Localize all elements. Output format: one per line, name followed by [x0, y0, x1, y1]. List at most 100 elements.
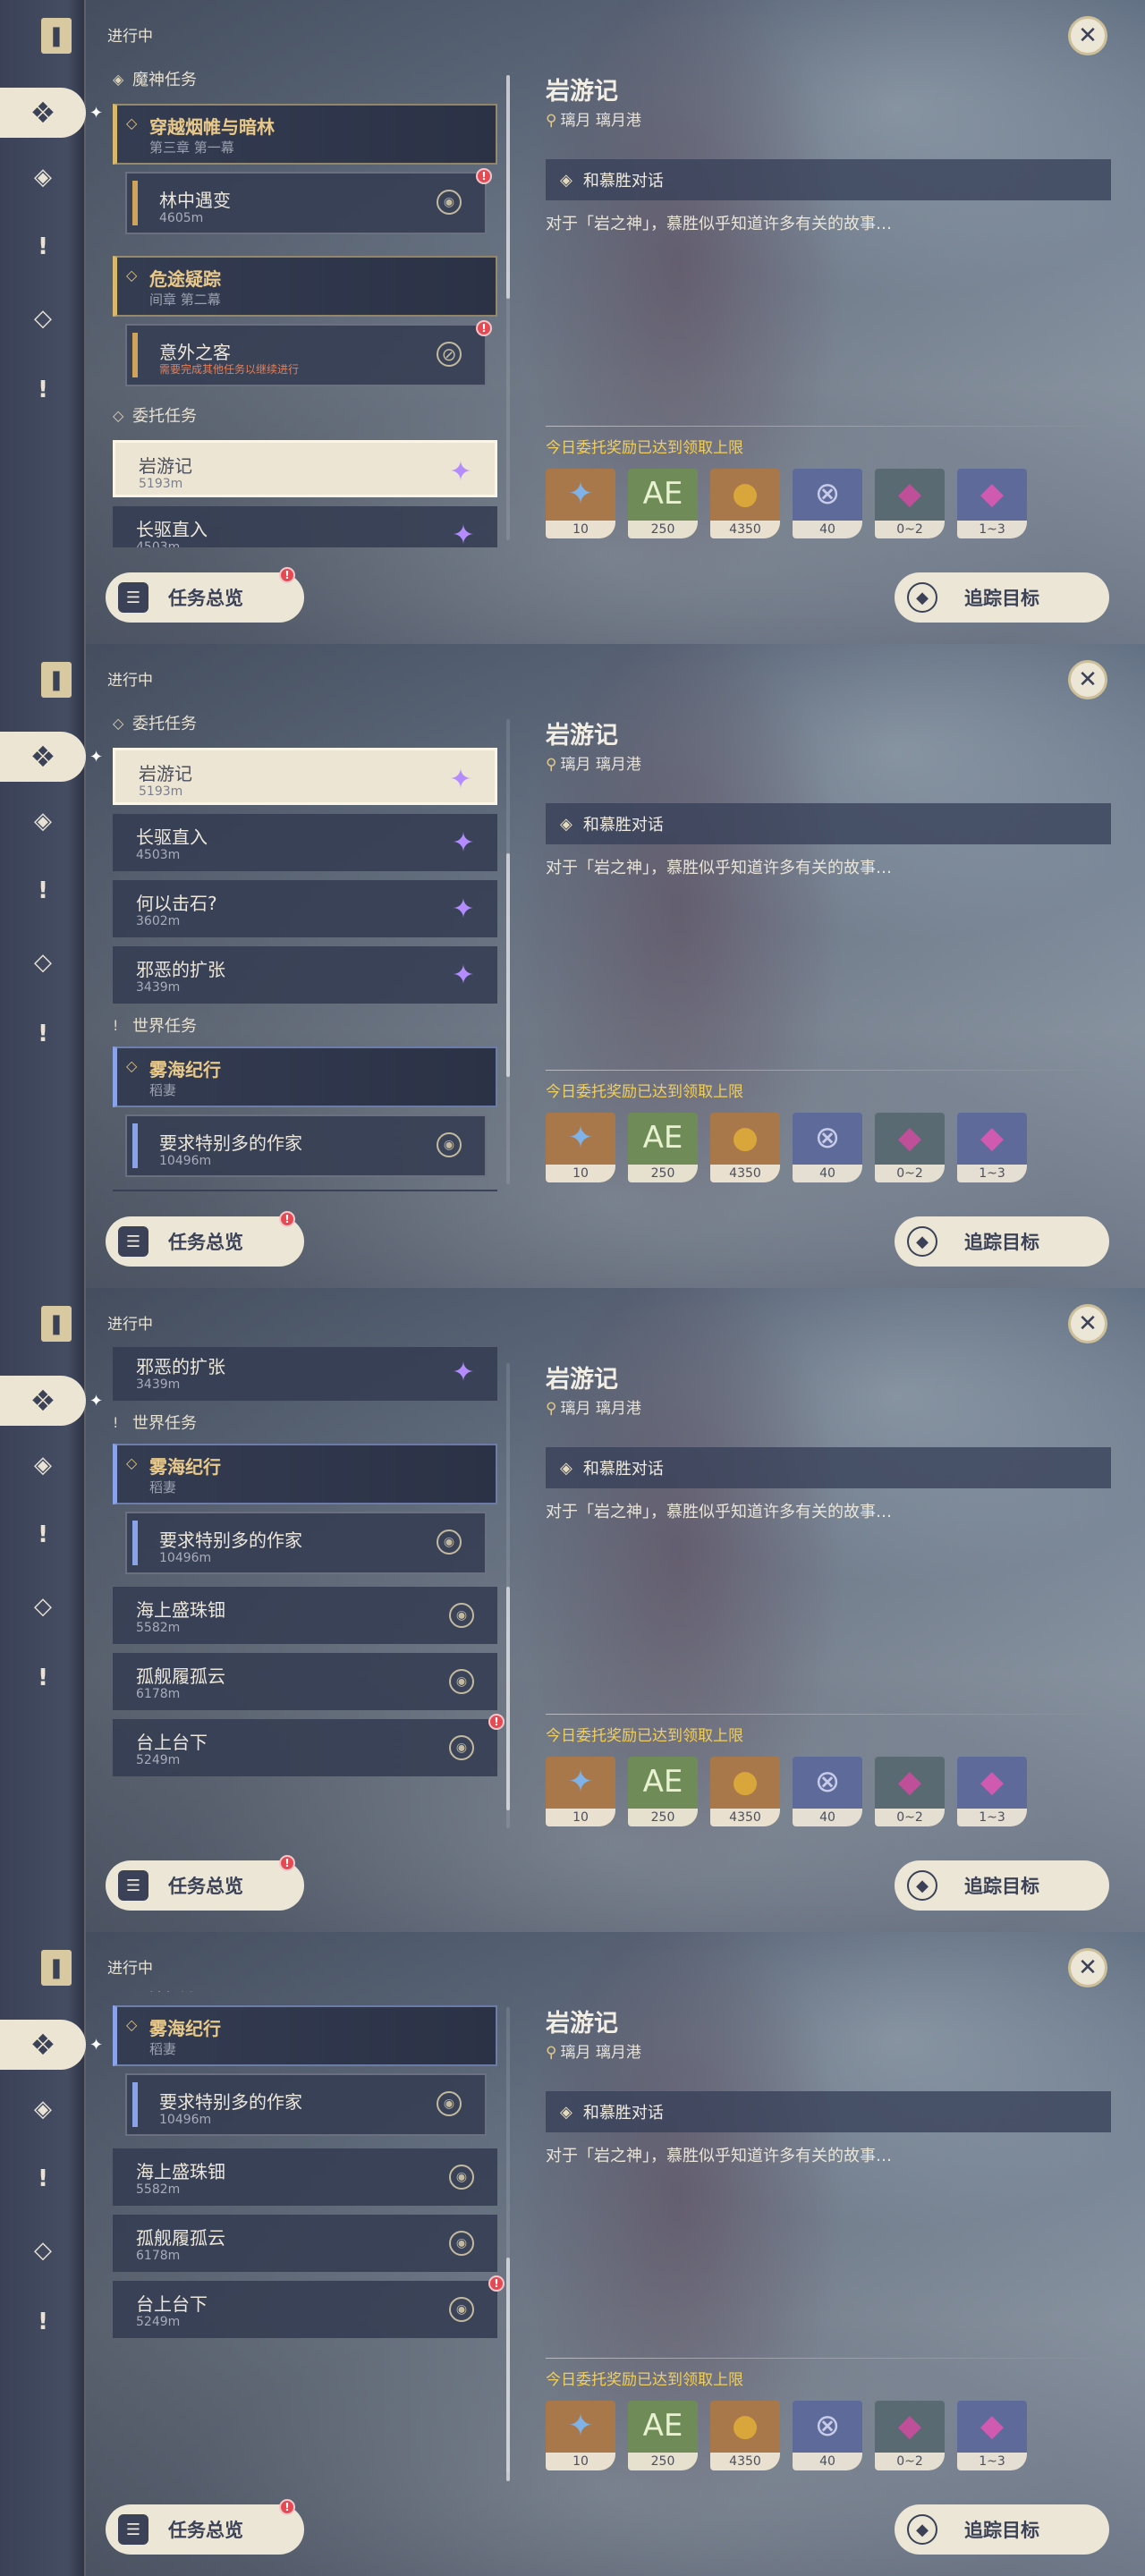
quest-overview-button[interactable]: ☰ 任务总览 !: [106, 1855, 304, 1911]
quest-list-scrollbar[interactable]: [506, 75, 510, 540]
quest-item[interactable]: 海上盛珠钿 5582m ◉: [113, 1587, 497, 1644]
scrollbar-thumb[interactable]: [506, 853, 510, 1077]
quest-list[interactable]: ◈魔神任务 ◇ 穿越烟帷与暗林 第三章 第一幕 林中遇变 4605m ◉ ! ◇…: [106, 1991, 505, 2479]
quest-book-icon[interactable]: ❚: [41, 1950, 72, 1986]
scrollbar-thumb[interactable]: [506, 75, 510, 299]
crystal-ore-icon[interactable]: ◆ 1~3: [957, 1113, 1027, 1182]
quest-item[interactable]: 海上盛珠钿 5582m ◉: [113, 2148, 497, 2206]
crystal-ore-icon[interactable]: ◆ 1~3: [957, 469, 1027, 538]
chapter-card[interactable]: ◇ 危途疑踪 间章 第二幕: [113, 256, 497, 317]
quest-detail-title: 岩游记: [546, 1366, 618, 1394]
quest-book-icon[interactable]: ❚: [41, 18, 72, 54]
quest-item[interactable]: 邪恶的扩张 3439m ✦: [113, 1347, 497, 1401]
archon-quest-icon[interactable]: ◈: [27, 1449, 59, 1481]
event-quest-icon[interactable]: !: [27, 1018, 59, 1050]
quest-item-selected[interactable]: 岩游记 5193m ✦: [113, 748, 497, 805]
archon-quest-icon[interactable]: ◈: [27, 2093, 59, 2125]
crystal-ore-icon[interactable]: ◆ 1~3: [957, 1757, 1027, 1826]
quest-overview-button[interactable]: ☰ 任务总览 !: [106, 567, 304, 623]
map-pin-icon[interactable]: ◉: [437, 190, 462, 215]
map-pin-icon[interactable]: ◉: [449, 1735, 474, 1760]
map-pin-icon[interactable]: ◉: [437, 1530, 462, 1555]
intertwined-fate-icon[interactable]: ⊗ 40: [793, 1757, 862, 1826]
quest-item[interactable]: 邪恶的扩张 3439m ✦: [113, 946, 497, 1004]
quest-list-scrollbar[interactable]: [506, 719, 510, 1184]
commission-icon[interactable]: ◇: [27, 1590, 59, 1623]
reward-quantity: 4350: [710, 2453, 780, 2470]
map-pin-icon[interactable]: ◉: [437, 1132, 462, 1157]
mora-icon[interactable]: ● 4350: [710, 469, 780, 538]
map-pin-icon[interactable]: ◉: [449, 1603, 474, 1628]
companionship-exp-icon[interactable]: AE 250: [628, 1757, 698, 1826]
chapter-card[interactable]: ◇ 雾海纪行 稻妻: [113, 1444, 497, 1504]
quest-item[interactable]: 孤舰履孤云 6178m ◉: [113, 1653, 497, 1710]
companionship-exp-icon[interactable]: AE 250: [628, 2401, 698, 2470]
archon-quest-icon[interactable]: ◈: [27, 805, 59, 837]
map-pin-icon[interactable]: ◉: [449, 2297, 474, 2322]
quest-item-selected[interactable]: 岩游记 5193m ✦: [113, 440, 497, 497]
chapter-card[interactable]: ◇ 穿越烟帷与暗林 第三章 第一幕: [113, 104, 497, 165]
quest-item[interactable]: 台上台下 5249m ◉ !: [113, 1714, 505, 1776]
crystal-chunk-icon[interactable]: ◆ 0~2: [875, 2401, 945, 2470]
chapter-card[interactable]: ◇ 雾海纪行 稻妻: [113, 1046, 497, 1107]
quest-list-scrollbar[interactable]: [506, 2007, 510, 2481]
adventure-exp-icon[interactable]: ✦ 10: [546, 1113, 615, 1182]
companionship-exp-icon[interactable]: AE 250: [628, 1113, 698, 1182]
event-quest-icon[interactable]: !: [27, 2306, 59, 2338]
quest-item[interactable]: 何以击石? 3602m ✦: [113, 880, 497, 937]
crystal-chunk-icon[interactable]: ◆ 0~2: [875, 1113, 945, 1182]
companionship-exp-icon[interactable]: AE 250: [628, 469, 698, 538]
crystal-ore-icon[interactable]: ◆ 1~3: [957, 2401, 1027, 2470]
map-pin-icon[interactable]: ◉: [449, 2165, 474, 2190]
quest-item[interactable]: 要求特别多的作家 10496m ◉: [125, 2073, 487, 2136]
world-quest-icon[interactable]: !: [27, 875, 59, 907]
event-quest-icon[interactable]: !: [27, 1662, 59, 1694]
crystal-chunk-icon[interactable]: ◆ 0~2: [875, 1757, 945, 1826]
quest-item[interactable]: 台上台下 5249m ◉ !: [113, 2275, 505, 2338]
all-quests-icon[interactable]: ❖: [0, 732, 86, 782]
event-quest-icon[interactable]: !: [27, 374, 59, 406]
quest-item[interactable]: 长驱直入 4503m ✦: [113, 814, 497, 871]
map-pin-icon[interactable]: ◉: [449, 2231, 474, 2256]
intertwined-fate-icon[interactable]: ⊗ 40: [793, 469, 862, 538]
quest-item[interactable]: 林中遇变 4605m ◉ !: [125, 168, 492, 234]
quest-item[interactable]: 要求特别多的作家 10496m ◉: [125, 1512, 487, 1574]
world-quest-icon[interactable]: !: [27, 1519, 59, 1551]
scrollbar-thumb[interactable]: [506, 2258, 510, 2481]
commission-icon[interactable]: ◇: [27, 302, 59, 335]
quest-list[interactable]: ◈魔神任务 ◇ 穿越烟帷与暗林 第三章 第一幕 林中遇变 4605m ◉ ! ◇…: [106, 1347, 505, 1835]
quest-item[interactable]: 海上盛珠钿 5582m ◉: [113, 1190, 497, 1191]
archon-quest-icon[interactable]: ◈: [27, 161, 59, 193]
all-quests-icon[interactable]: ❖: [0, 88, 86, 138]
mora-icon[interactable]: ● 4350: [710, 2401, 780, 2470]
quest-book-icon[interactable]: ❚: [41, 1306, 72, 1342]
quest-item[interactable]: 要求特别多的作家 10496m ◉: [125, 1114, 487, 1177]
all-quests-icon[interactable]: ❖: [0, 1376, 86, 1426]
adventure-exp-icon[interactable]: ✦ 10: [546, 1757, 615, 1826]
world-quest-icon[interactable]: !: [27, 231, 59, 263]
quest-item[interactable]: 意外之客 需要完成其他任务以继续进行 ⊘ !: [125, 320, 492, 386]
quest-list[interactable]: ◈魔神任务 ◇ 穿越烟帷与暗林 第三章 第一幕 林中遇变 4605m ◉ ! ◇…: [106, 703, 505, 1191]
map-pin-icon[interactable]: ◉: [449, 1669, 474, 1694]
quest-list-scrollbar[interactable]: [506, 1363, 510, 1828]
intertwined-fate-icon[interactable]: ⊗ 40: [793, 1113, 862, 1182]
quest-list[interactable]: ◈魔神任务 ◇ 穿越烟帷与暗林 第三章 第一幕 林中遇变 4605m ◉ ! ◇…: [106, 59, 505, 547]
chapter-card[interactable]: ◇ 雾海纪行 稻妻: [113, 2005, 497, 2066]
world-quest-icon[interactable]: !: [27, 2163, 59, 2195]
commission-icon[interactable]: ◇: [27, 2234, 59, 2267]
quest-book-icon[interactable]: ❚: [41, 662, 72, 698]
map-pin-icon[interactable]: ◉: [437, 2091, 462, 2116]
intertwined-fate-icon[interactable]: ⊗ 40: [793, 2401, 862, 2470]
quest-overview-button[interactable]: ☰ 任务总览 !: [106, 1211, 304, 1267]
crystal-chunk-icon[interactable]: ◆ 0~2: [875, 469, 945, 538]
all-quests-icon[interactable]: ❖: [0, 2020, 86, 2070]
mora-icon[interactable]: ● 4350: [710, 1113, 780, 1182]
quest-item[interactable]: 孤舰履孤云 6178m ◉: [113, 2215, 497, 2272]
quest-item[interactable]: 长驱直入 4503m ✦: [113, 506, 497, 547]
adventure-exp-icon[interactable]: ✦ 10: [546, 2401, 615, 2470]
adventure-exp-icon[interactable]: ✦ 10: [546, 469, 615, 538]
scrollbar-thumb[interactable]: [506, 1587, 510, 1810]
commission-icon[interactable]: ◇: [27, 946, 59, 979]
quest-overview-button[interactable]: ☰ 任务总览 !: [106, 2499, 304, 2555]
mora-icon[interactable]: ● 4350: [710, 1757, 780, 1826]
